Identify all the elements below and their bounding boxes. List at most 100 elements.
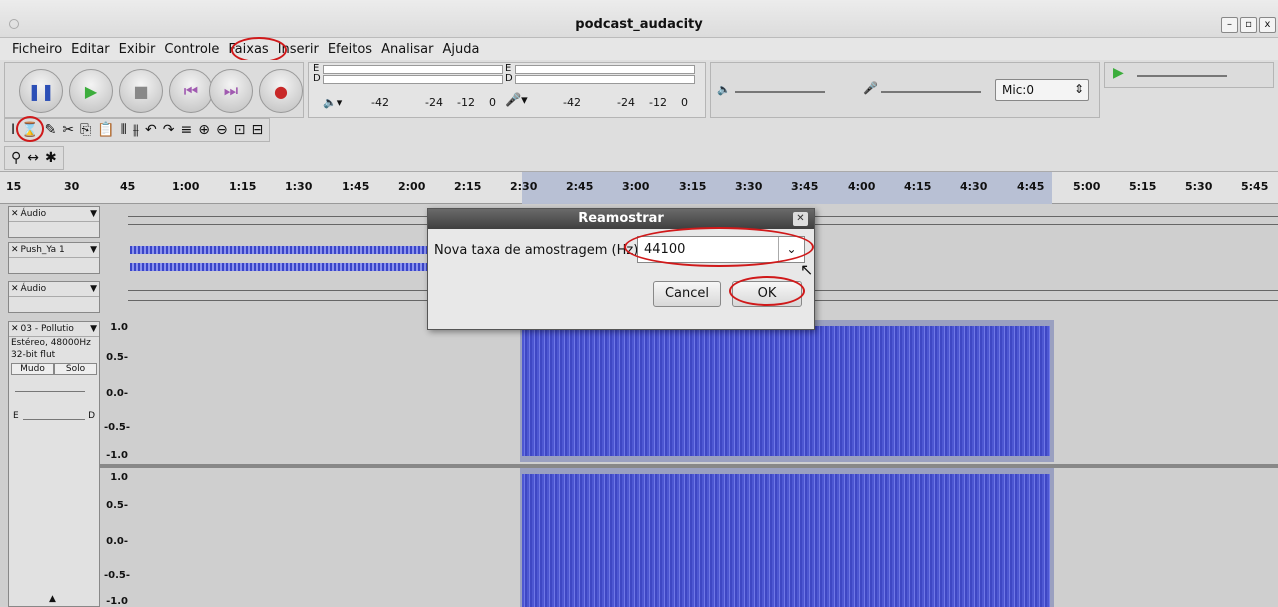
meter-toolbar: E D E D 🔈▾ -42 -24 -12 0 🎤▾ -42 -24 -12 … (308, 62, 706, 118)
tools-toolbar-2: ⚲ ↔ ✱ (4, 146, 64, 170)
paste-icon[interactable]: 📋 (97, 122, 114, 138)
menu-faixas[interactable]: Faixas (228, 42, 268, 57)
ruler-tick: 45 (120, 180, 136, 193)
pan-slider[interactable]: E D (9, 403, 99, 429)
track-name[interactable]: Áudio (21, 209, 47, 219)
gain-slider[interactable] (9, 377, 99, 403)
zoom-out-icon[interactable]: ⊖ (216, 122, 228, 138)
menu-editar[interactable]: Editar (71, 42, 110, 57)
ruler-tick: 15 (6, 180, 22, 193)
stop-icon: ■ (133, 81, 149, 101)
play-at-speed-icon[interactable]: ▶ (1113, 65, 1124, 81)
close-button[interactable]: x (1259, 17, 1276, 33)
ruler-tick: 3:00 (622, 180, 650, 193)
menu-ficheiro[interactable]: Ficheiro (12, 42, 62, 57)
track-header-1[interactable]: ✕ Áudio ▼ (8, 206, 100, 238)
track-close-icon[interactable]: ✕ (11, 324, 19, 334)
track-menu-icon[interactable]: ▼ (90, 324, 97, 334)
trim-icon[interactable]: ⫴ (121, 122, 127, 138)
pause-button[interactable]: ❚❚ (19, 69, 63, 113)
zoom-in-icon[interactable]: ⊕ (198, 122, 210, 138)
skip-start-icon: ⏮ (183, 81, 199, 100)
resample-dialog: Reamostrar ✕ Nova taxa de amostragem (Hz)… (427, 208, 815, 330)
mic-select[interactable]: Mic:0 ⇕ (995, 79, 1089, 101)
play-icon: ▶ (84, 81, 98, 101)
mixer-toolbar: 🔈 🎤 Mic:0 ⇕ (710, 62, 1100, 118)
track-menu-icon[interactable]: ▼ (90, 284, 97, 294)
input-volume-slider[interactable] (881, 91, 981, 93)
fit-selection-icon[interactable]: ⊡ (234, 122, 246, 138)
track-name[interactable]: Push_Ya 1 (21, 245, 65, 255)
stop-button[interactable]: ■ (119, 69, 163, 113)
sample-rate-value[interactable]: 44100 (644, 242, 685, 257)
menu-controle[interactable]: Controle (164, 42, 219, 57)
vscale-label: 0.0- (106, 536, 128, 547)
track-name[interactable]: 03 - Pollutio (21, 324, 74, 334)
skip-end-button[interactable]: ⏭ (209, 69, 253, 113)
timeline-ruler[interactable]: 15 30 45 1:00 1:15 1:30 1:45 2:00 2:15 2… (0, 172, 1278, 204)
track-close-icon[interactable]: ✕ (11, 245, 19, 255)
track-menu-icon[interactable]: ▼ (90, 245, 97, 255)
speed-slider[interactable] (1137, 75, 1227, 77)
draw-tool-icon[interactable]: ✎ (45, 122, 57, 138)
envelope-tool-icon[interactable]: ⌛ (21, 122, 38, 138)
menu-ajuda[interactable]: Ajuda (442, 42, 479, 57)
multi-tool-icon[interactable]: ✱ (45, 150, 57, 166)
fit-project-icon[interactable]: ⊟ (251, 122, 263, 138)
toolbar-area: ❚❚ ▶ ■ ⏮ ⏭ ● E D E D 🔈▾ -42 -24 -12 0 🎤▾… (0, 60, 1278, 172)
dialog-title: Reamostrar (578, 211, 664, 226)
zoom-tool-icon[interactable]: ⚲ (11, 150, 21, 166)
rec-meter-right-label: D (505, 73, 513, 84)
output-volume-slider[interactable] (735, 91, 825, 93)
redo-icon[interactable]: ↷ (163, 122, 175, 138)
menu-analisar[interactable]: Analisar (381, 42, 433, 57)
track-close-icon[interactable]: ✕ (11, 209, 19, 219)
track-2-waveform[interactable] (130, 246, 430, 254)
minimize-button[interactable]: – (1221, 17, 1238, 33)
pause-icon: ❚❚ (27, 81, 55, 101)
collapse-icon[interactable]: ▲ (49, 594, 56, 604)
track-menu-icon[interactable]: ▼ (90, 209, 97, 219)
waveform-right-channel[interactable] (522, 474, 1050, 607)
copy-icon[interactable]: ⎘ (80, 122, 91, 138)
ruler-tick: 3:30 (735, 180, 763, 193)
cancel-button[interactable]: Cancel (653, 281, 721, 307)
selection-tool-icon[interactable]: I (11, 122, 15, 138)
speaker-icon[interactable]: 🔈▾ (323, 96, 342, 109)
timeshift-tool-icon[interactable]: ↔ (27, 150, 39, 166)
solo-button[interactable]: Solo (54, 363, 97, 375)
vscale-label: -1.0 (106, 596, 128, 607)
vscale-label: 0.5- (106, 352, 128, 363)
waveform-left-channel[interactable] (522, 326, 1050, 456)
dialog-close-button[interactable]: ✕ (793, 212, 808, 226)
ok-button[interactable]: OK (732, 281, 802, 307)
record-button[interactable]: ● (259, 69, 303, 113)
title-bar: podcast_audacity – ▫ x (0, 0, 1278, 38)
chevron-down-icon[interactable]: ⌄ (778, 237, 804, 262)
menu-efeitos[interactable]: Efeitos (328, 42, 372, 57)
track-close-icon[interactable]: ✕ (11, 284, 19, 294)
meter-tick: -24 (617, 96, 635, 109)
skip-start-button[interactable]: ⏮ (169, 69, 213, 113)
track-header-3[interactable]: ✕ Áudio ▼ (8, 281, 100, 313)
track-2-waveform[interactable] (130, 263, 430, 271)
meter-tick: -42 (371, 96, 389, 109)
track-name[interactable]: Áudio (21, 284, 47, 294)
microphone-icon[interactable]: 🎤▾ (505, 93, 528, 108)
play-button[interactable]: ▶ (69, 69, 113, 113)
maximize-button[interactable]: ▫ (1240, 17, 1257, 33)
silence-icon[interactable]: ⫵ (133, 122, 139, 138)
track-header-4[interactable]: ✕ 03 - Pollutio ▼ Estéreo, 48000Hz 32-bit … (8, 321, 100, 607)
track-header-2[interactable]: ✕ Push_Ya 1 ▼ (8, 242, 100, 274)
sync-lock-icon[interactable]: ≡ (181, 122, 193, 138)
undo-icon[interactable]: ↶ (145, 122, 157, 138)
menu-inserir[interactable]: Inserir (278, 42, 319, 57)
mute-button[interactable]: Mudo (11, 363, 54, 375)
vscale-label: 1.0 (110, 472, 128, 483)
sample-rate-combobox[interactable]: 44100 ⌄ (637, 236, 805, 263)
menu-exibir[interactable]: Exibir (119, 42, 156, 57)
cut-icon[interactable]: ✂ (62, 122, 74, 138)
ruler-tick: 2:45 (566, 180, 594, 193)
vscale-label: -1.0 (106, 450, 128, 461)
pan-left-label: E (13, 411, 19, 421)
